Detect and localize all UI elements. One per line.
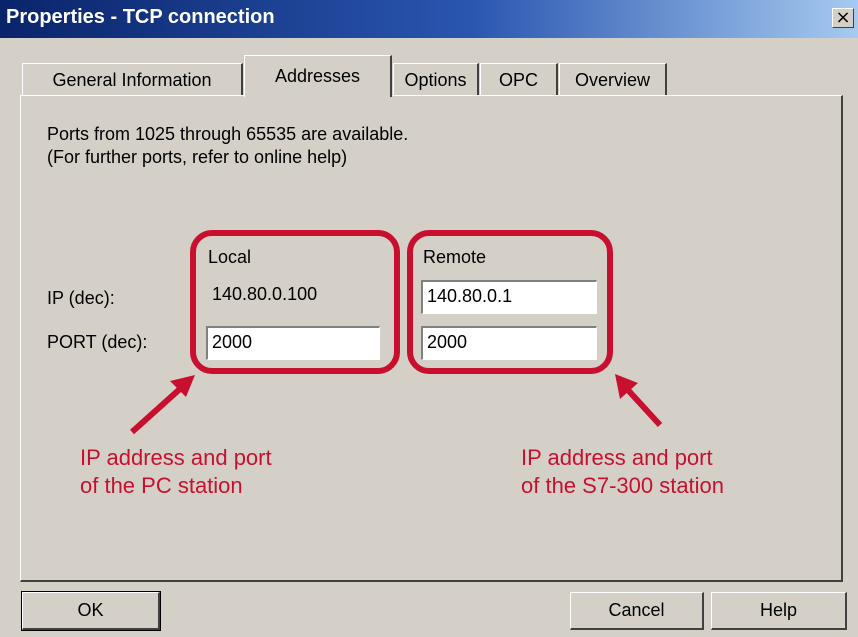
callout-arrows <box>129 374 663 435</box>
local-arrow-line <box>129 385 184 435</box>
remote-arrow-line <box>624 386 663 428</box>
